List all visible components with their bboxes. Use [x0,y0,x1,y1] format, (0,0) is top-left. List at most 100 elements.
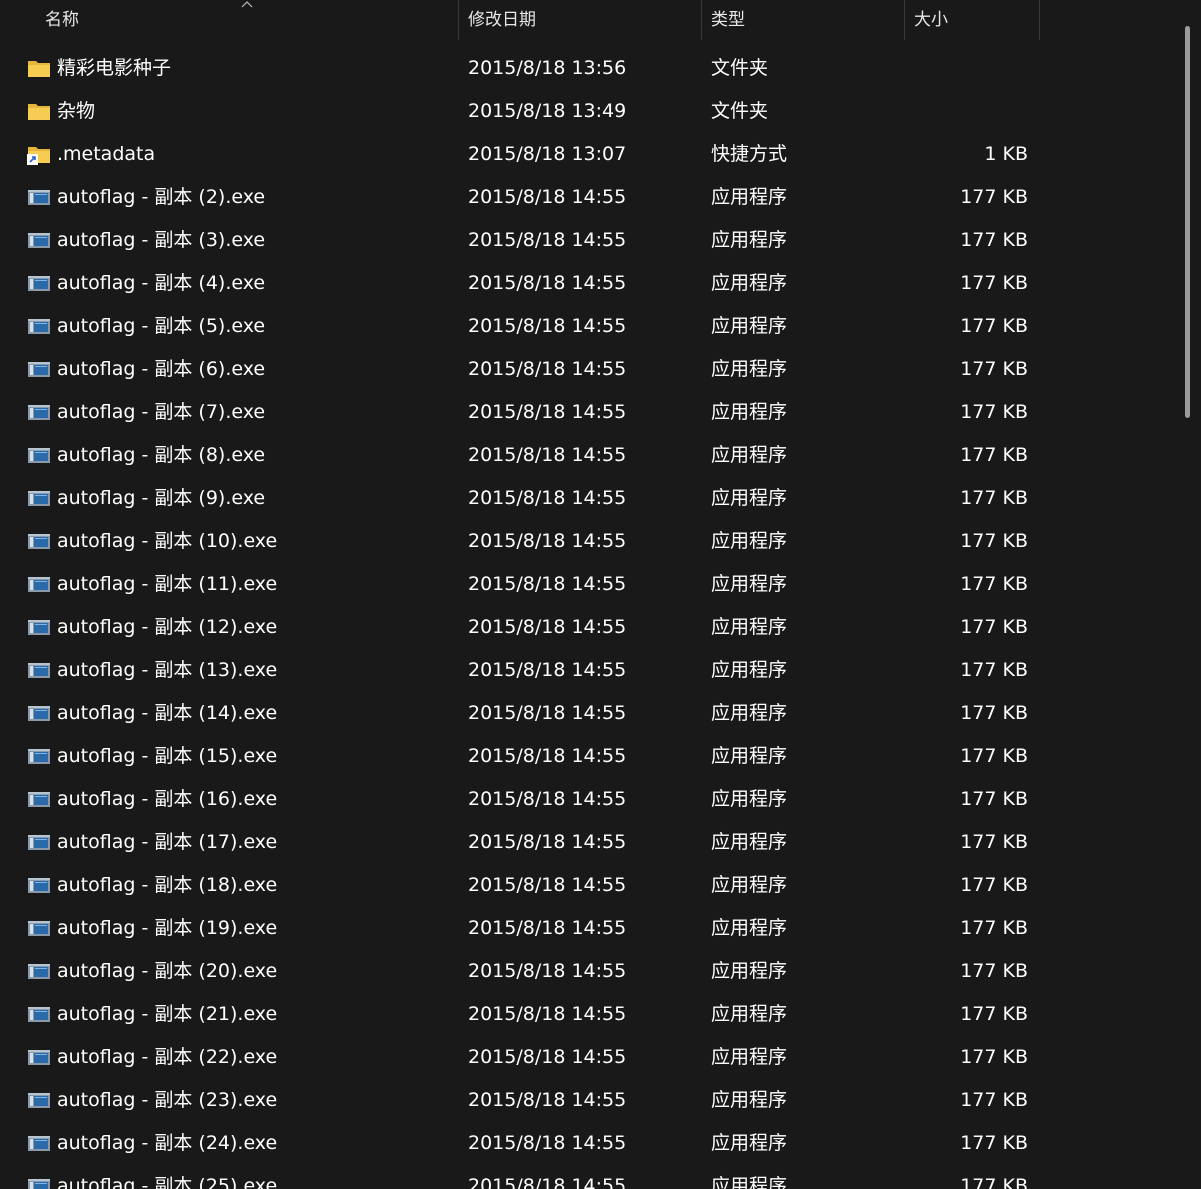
file-name: autoflag - 副本 (22).exe [57,1046,278,1068]
file-row[interactable]: autoflag - 副本 (22).exe 2015/8/18 14:55 应用程… [0,1036,1180,1079]
column-header-bar: 名称 修改日期 类型 大小 [0,0,1180,40]
file-row[interactable]: .metadata 2015/8/18 13:07 快捷方式 1 KB [0,133,1180,176]
column-divider[interactable] [1039,0,1040,40]
file-modified-date: 2015/8/18 14:55 [468,530,627,552]
file-size: 177 KB [960,1175,1028,1189]
file-row[interactable]: autoflag - 副本 (16).exe 2015/8/18 14:55 应用程… [0,778,1180,821]
file-name: autoflag - 副本 (14).exe [57,702,278,724]
file-row[interactable]: autoflag - 副本 (6).exe 2015/8/18 14:55 应用程序… [0,348,1180,391]
file-row[interactable]: autoflag - 副本 (8).exe 2015/8/18 14:55 应用程序… [0,434,1180,477]
file-type: 应用程序 [711,917,788,939]
file-size: 177 KB [960,745,1028,767]
file-size: 177 KB [960,401,1028,423]
file-modified-date: 2015/8/18 14:55 [468,1003,627,1025]
file-type: 文件夹 [711,57,769,79]
file-row[interactable]: autoflag - 副本 (25).exe 2015/8/18 14:55 应用程… [0,1165,1180,1189]
file-name: autoflag - 副本 (3).exe [57,229,266,251]
folder-icon [27,57,51,79]
file-name: autoflag - 副本 (23).exe [57,1089,278,1111]
file-row[interactable]: autoflag - 副本 (5).exe 2015/8/18 14:55 应用程序… [0,305,1180,348]
file-type: 应用程序 [711,1046,788,1068]
file-name: autoflag - 副本 (6).exe [57,358,266,380]
file-row[interactable]: autoflag - 副本 (15).exe 2015/8/18 14:55 应用程… [0,735,1180,778]
file-name: autoflag - 副本 (8).exe [57,444,266,466]
file-row[interactable]: autoflag - 副本 (11).exe 2015/8/18 14:55 应用程… [0,563,1180,606]
file-row[interactable]: 杂物 2015/8/18 13:49 文件夹 [0,90,1180,133]
file-size: 177 KB [960,960,1028,982]
file-row[interactable]: autoflag - 副本 (2).exe 2015/8/18 14:55 应用程序… [0,176,1180,219]
file-modified-date: 2015/8/18 14:55 [468,659,627,681]
file-size: 177 KB [960,444,1028,466]
exe-icon [27,616,51,638]
file-row[interactable]: autoflag - 副本 (13).exe 2015/8/18 14:55 应用程… [0,649,1180,692]
exe-icon [27,315,51,337]
file-row[interactable]: autoflag - 副本 (4).exe 2015/8/18 14:55 应用程序… [0,262,1180,305]
file-size: 177 KB [960,487,1028,509]
file-row[interactable]: autoflag - 副本 (19).exe 2015/8/18 14:55 应用程… [0,907,1180,950]
exe-icon [27,960,51,982]
file-size: 177 KB [960,573,1028,595]
exe-icon [27,1046,51,1068]
file-name: autoflag - 副本 (17).exe [57,831,278,853]
file-size: 177 KB [960,702,1028,724]
file-modified-date: 2015/8/18 14:55 [468,487,627,509]
file-modified-date: 2015/8/18 14:55 [468,1175,627,1189]
file-row[interactable]: autoflag - 副本 (10).exe 2015/8/18 14:55 应用程… [0,520,1180,563]
file-row[interactable]: autoflag - 副本 (21).exe 2015/8/18 14:55 应用程… [0,993,1180,1036]
file-modified-date: 2015/8/18 14:55 [468,401,627,423]
column-header-size[interactable]: 大小 [905,0,1039,40]
file-row[interactable]: autoflag - 副本 (20).exe 2015/8/18 14:55 应用程… [0,950,1180,993]
file-row[interactable]: autoflag - 副本 (24).exe 2015/8/18 14:55 应用程… [0,1122,1180,1165]
file-row[interactable]: autoflag - 副本 (14).exe 2015/8/18 14:55 应用程… [0,692,1180,735]
column-header-type[interactable]: 类型 [702,0,904,40]
exe-icon [27,186,51,208]
file-modified-date: 2015/8/18 14:55 [468,831,627,853]
folder-icon [27,100,51,122]
file-type: 文件夹 [711,100,769,122]
exe-icon [27,788,51,810]
file-size: 1 KB [984,143,1028,165]
file-type: 应用程序 [711,272,788,294]
file-type: 应用程序 [711,788,788,810]
exe-icon [27,229,51,251]
file-row[interactable]: autoflag - 副本 (3).exe 2015/8/18 14:55 应用程序… [0,219,1180,262]
file-name: autoflag - 副本 (18).exe [57,874,278,896]
file-type: 应用程序 [711,1089,788,1111]
file-row[interactable]: autoflag - 副本 (23).exe 2015/8/18 14:55 应用程… [0,1079,1180,1122]
file-name: autoflag - 副本 (5).exe [57,315,266,337]
file-list: 精彩电影种子 2015/8/18 13:56 文件夹 杂物 2015/8/18 13:4… [0,47,1180,1189]
file-type: 应用程序 [711,874,788,896]
exe-icon [27,917,51,939]
file-size: 177 KB [960,788,1028,810]
file-row[interactable]: 精彩电影种子 2015/8/18 13:56 文件夹 [0,47,1180,90]
file-row[interactable]: autoflag - 副本 (9).exe 2015/8/18 14:55 应用程序… [0,477,1180,520]
file-modified-date: 2015/8/18 14:55 [468,573,627,595]
file-modified-date: 2015/8/18 14:55 [468,444,627,466]
exe-icon [27,831,51,853]
file-name: autoflag - 副本 (21).exe [57,1003,278,1025]
file-type: 应用程序 [711,315,788,337]
file-type: 快捷方式 [711,143,788,165]
exe-icon [27,1003,51,1025]
exe-icon [27,659,51,681]
exe-icon [27,573,51,595]
column-header-date[interactable]: 修改日期 [459,0,701,40]
column-header-name[interactable]: 名称 [36,0,458,40]
file-modified-date: 2015/8/18 14:55 [468,186,627,208]
file-row[interactable]: autoflag - 副本 (7).exe 2015/8/18 14:55 应用程序… [0,391,1180,434]
exe-icon [27,272,51,294]
file-modified-date: 2015/8/18 14:55 [468,315,627,337]
file-row[interactable]: autoflag - 副本 (17).exe 2015/8/18 14:55 应用程… [0,821,1180,864]
file-name: .metadata [57,143,156,165]
file-size: 177 KB [960,1132,1028,1154]
vertical-scrollbar[interactable] [1185,26,1190,418]
file-size [905,47,1028,90]
file-size: 177 KB [960,616,1028,638]
file-type: 应用程序 [711,616,788,638]
file-name: autoflag - 副本 (16).exe [57,788,278,810]
file-size: 177 KB [960,831,1028,853]
file-name: autoflag - 副本 (4).exe [57,272,266,294]
file-row[interactable]: autoflag - 副本 (12).exe 2015/8/18 14:55 应用程… [0,606,1180,649]
file-row[interactable]: autoflag - 副本 (18).exe 2015/8/18 14:55 应用程… [0,864,1180,907]
file-type: 应用程序 [711,401,788,423]
